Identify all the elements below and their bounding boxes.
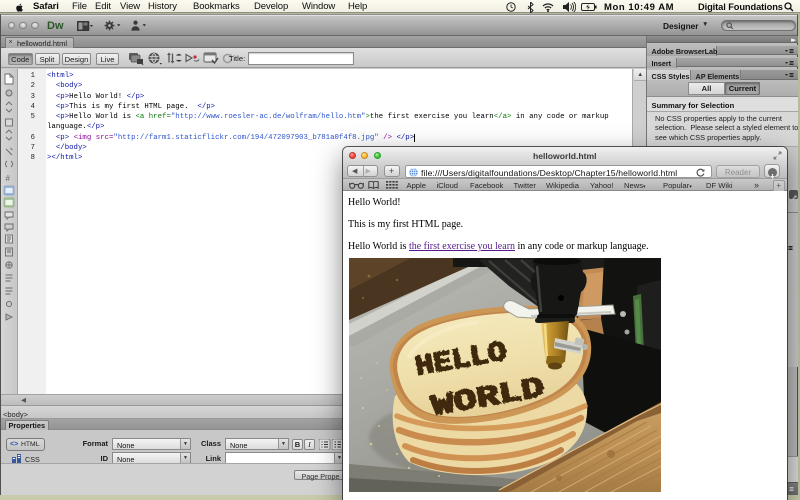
svg-text:#: # <box>6 174 11 183</box>
